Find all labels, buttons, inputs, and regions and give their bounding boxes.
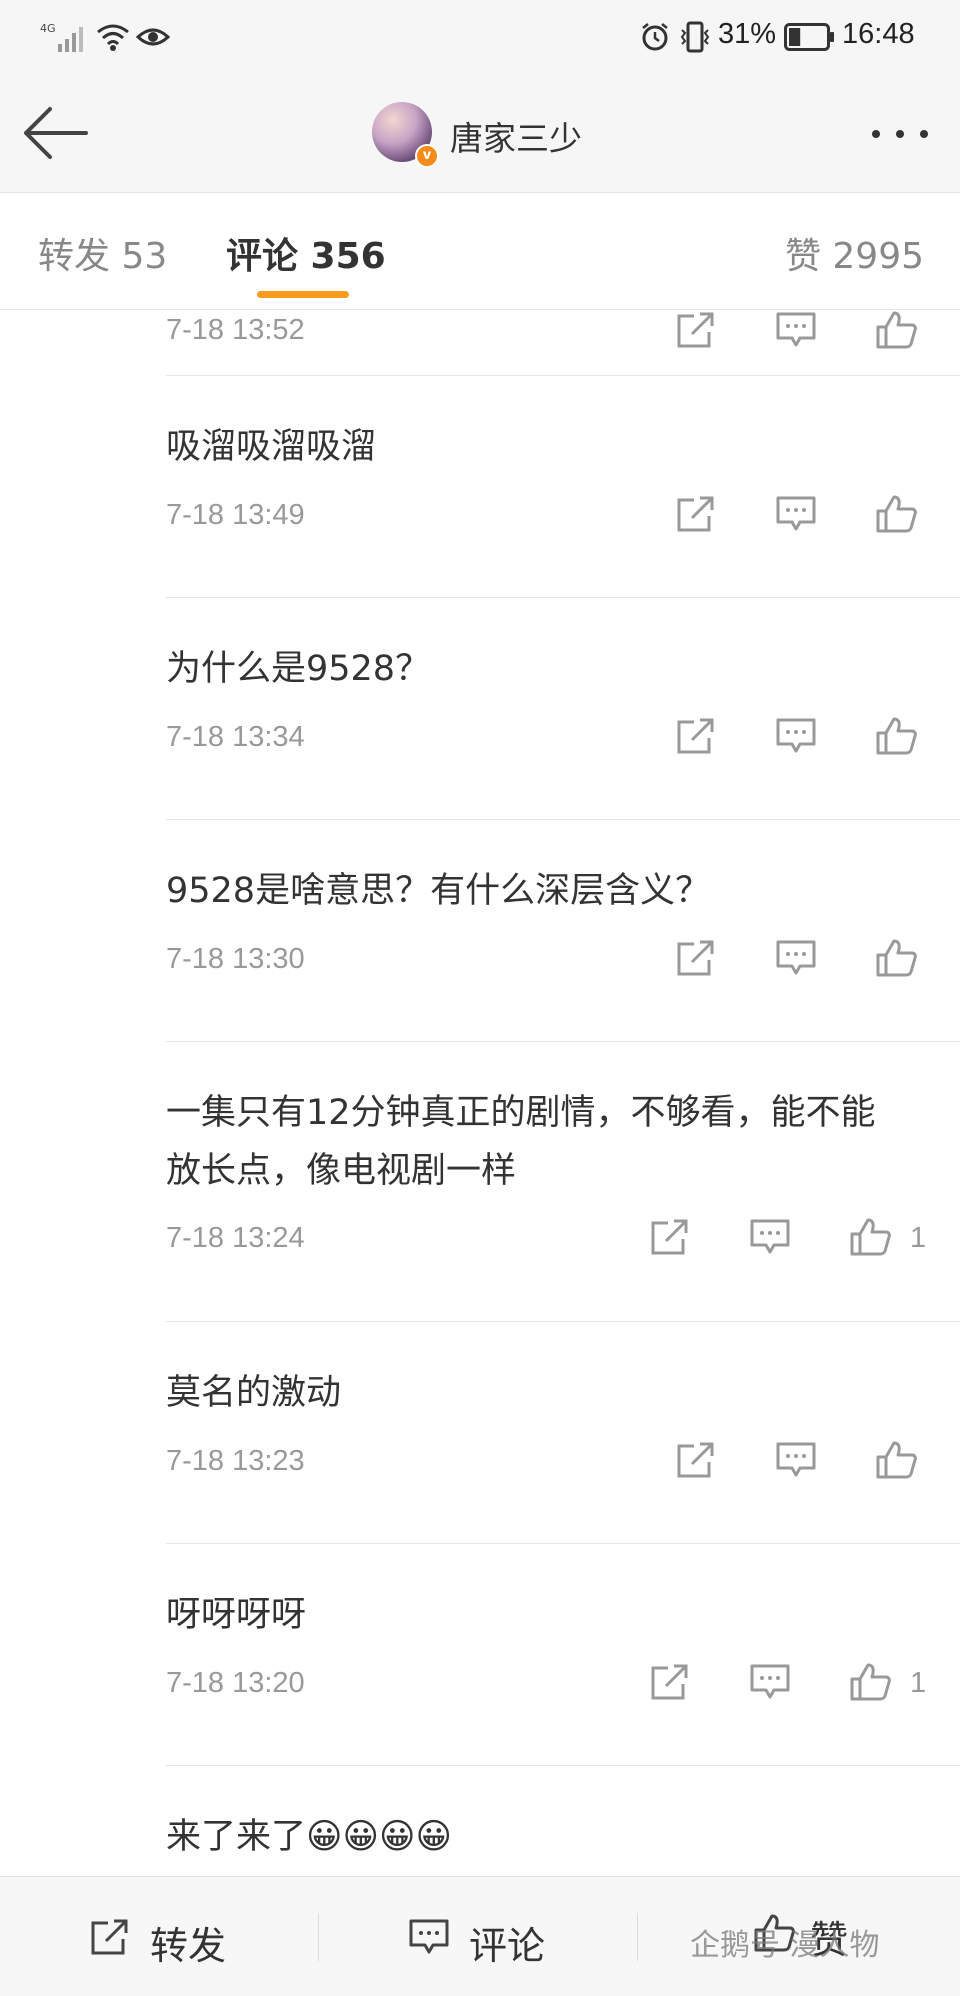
thumbs-up-icon — [876, 1441, 917, 1479]
repost-button[interactable] — [648, 1217, 692, 1257]
comment-icon — [776, 940, 816, 975]
comment-icon — [750, 1219, 790, 1254]
like-count: 1 — [910, 1222, 927, 1254]
repost-icon — [651, 1664, 688, 1700]
eye-icon — [136, 28, 170, 46]
comment-time: 7-18 13:24 — [166, 1222, 305, 1254]
comment-text: 9528是啥意思？有什么深层含义？ — [166, 871, 711, 911]
comment-button[interactable] — [748, 1217, 792, 1257]
comment-list: 7-18 13:52 吸溜吸溜吸溜 7-18 13:49 为什么是9528？ 7… — [0, 310, 960, 1876]
thumbs-up-icon — [876, 311, 917, 349]
comment-button[interactable] — [774, 494, 818, 534]
title-bar: v 唐家三少 — [0, 76, 960, 193]
wifi-icon — [97, 24, 129, 51]
comment-item: 一集只有12分钟真正的剧情，不够看，能不能放长点，像电视剧一样 7-18 13:… — [0, 1042, 960, 1322]
bottom-comment-button[interactable]: 评论 — [319, 1877, 637, 1996]
repost-icon — [677, 1442, 714, 1478]
comment-button[interactable] — [774, 310, 818, 350]
comment-item: 莫名的激动 7-18 13:23 — [0, 1322, 960, 1544]
comment-text: 一集只有12分钟真正的剧情，不够看，能不能放长点，像电视剧一样 — [166, 1093, 876, 1191]
watermark: 企鹅号 漫人物 — [690, 1928, 880, 1963]
thumbs-up-icon — [876, 717, 917, 755]
like-button[interactable] — [848, 1217, 892, 1257]
like-button[interactable] — [848, 1662, 892, 1702]
comment-time: 7-18 13:49 — [166, 499, 305, 531]
like-button[interactable] — [874, 1440, 918, 1480]
repost-button[interactable] — [674, 310, 718, 350]
comment-time: 7-18 13:20 — [166, 1667, 305, 1699]
clock-time: 16:48 — [842, 18, 915, 50]
more-dots-icon — [872, 130, 928, 138]
more-button[interactable] — [860, 106, 940, 162]
comment-button[interactable] — [774, 716, 818, 756]
tab-bar: 转发 53 评论 356 赞 2995 — [0, 193, 960, 310]
tab-likes[interactable]: 赞 2995 — [785, 227, 924, 279]
comment-time: 7-18 13:34 — [166, 721, 305, 753]
comment-icon — [776, 1442, 816, 1477]
comment-text: 来了来了😀😀😀😀 — [166, 1817, 452, 1857]
comment-time: 7-18 13:30 — [166, 943, 305, 975]
repost-icon — [677, 940, 714, 976]
status-bar: 4G 31% 16:48 — [0, 0, 960, 76]
repost-button[interactable] — [674, 938, 718, 978]
comment-item: 吸溜吸溜吸溜 7-18 13:49 — [0, 376, 960, 598]
arrow-left-icon — [24, 107, 88, 159]
comment-button[interactable] — [774, 938, 818, 978]
repost-icon — [677, 496, 714, 532]
tab-comments[interactable]: 评论 356 — [226, 227, 386, 279]
like-count: 1 — [910, 1667, 927, 1699]
comment-text: 呀呀呀呀 — [166, 1595, 307, 1635]
vibrate-icon — [680, 21, 710, 53]
comment-button[interactable] — [774, 1440, 818, 1480]
comment-icon — [776, 496, 816, 531]
tab-reposts[interactable]: 转发 53 — [38, 227, 167, 279]
like-button[interactable] — [874, 938, 918, 978]
thumbs-up-icon — [850, 1663, 891, 1701]
bottom-comment-label: 评论 — [469, 1924, 546, 1968]
repost-button[interactable] — [674, 716, 718, 756]
thumbs-up-icon — [876, 939, 917, 977]
alarm-icon — [642, 23, 668, 51]
comment-icon — [776, 312, 816, 347]
comment-icon — [409, 1919, 449, 1954]
comment-time: 7-18 13:23 — [166, 1445, 305, 1477]
bottom-repost-label: 转发 — [150, 1924, 227, 1968]
comment-time: 7-18 13:52 — [166, 314, 305, 346]
repost-button[interactable] — [648, 1662, 692, 1702]
comment-text: 莫名的激动 — [166, 1373, 342, 1413]
comment-text: 吸溜吸溜吸溜 — [166, 427, 377, 467]
like-button[interactable] — [874, 494, 918, 534]
comment-button[interactable] — [748, 1662, 792, 1702]
comment-icon — [750, 1664, 790, 1699]
battery-icon — [784, 23, 834, 51]
battery-percent: 31% — [718, 18, 777, 50]
repost-icon — [91, 1919, 128, 1955]
comment-item: 来了来了😀😀😀😀 — [0, 1766, 960, 1876]
comment-item: 呀呀呀呀 7-18 13:20 1 — [0, 1544, 960, 1766]
repost-icon — [651, 1219, 688, 1255]
tab-active-indicator — [257, 291, 349, 298]
signal-icon: 4G — [40, 22, 83, 52]
network-type: 4G — [40, 22, 56, 35]
comment-text: 为什么是9528？ — [166, 649, 431, 689]
comment-item: 9528是啥意思？有什么深层含义？ 7-18 13:30 — [0, 820, 960, 1042]
back-button[interactable] — [20, 100, 92, 166]
account-name[interactable]: 唐家三少 — [450, 112, 582, 160]
comment-icon — [776, 718, 816, 753]
repost-icon — [677, 312, 714, 348]
thumbs-up-icon — [850, 1218, 891, 1256]
repost-button[interactable] — [674, 494, 718, 534]
bottom-repost-button[interactable]: 转发 — [0, 1877, 318, 1996]
repost-icon — [677, 718, 714, 754]
repost-button[interactable] — [674, 1440, 718, 1480]
like-button[interactable] — [874, 310, 918, 350]
thumbs-up-icon — [876, 495, 917, 533]
verified-badge: v — [415, 144, 439, 168]
like-button[interactable] — [874, 716, 918, 756]
comment-item: 7-18 13:52 — [0, 310, 960, 376]
comment-item: 为什么是9528？ 7-18 13:34 — [0, 598, 960, 820]
